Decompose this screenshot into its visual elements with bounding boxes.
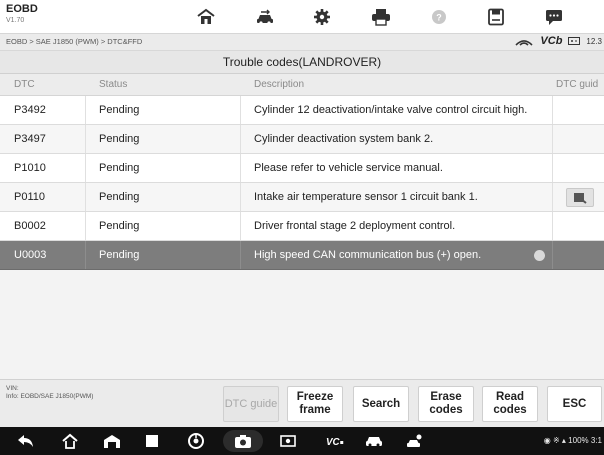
system-status: ◉ ※ ▴ 100% 3:1	[544, 436, 602, 445]
help-button[interactable]: ?	[410, 0, 468, 33]
top-toolbar: EOBD V1.70 ?	[0, 0, 604, 34]
vci-icon: VC	[326, 437, 344, 448]
breadcrumb-bar: EOBD > SAE J1850 (PWM) > DTC&FFD VCb 12.…	[0, 34, 604, 51]
header-description: Description	[254, 79, 305, 90]
battery-voltage: 12.3	[586, 36, 602, 46]
dtc-description: Please refer to vehicle service manual.	[254, 162, 443, 174]
dtc-status: Pending	[99, 162, 140, 174]
dtc-status: Pending	[99, 220, 140, 232]
message-icon	[546, 9, 562, 25]
table-row[interactable]: U0003 Pending High speed CAN communication…	[0, 241, 604, 270]
browser-icon	[188, 433, 204, 449]
recent-apps-button[interactable]	[142, 432, 162, 450]
vehicle-swap-icon	[257, 9, 273, 25]
header-dtc: DTC	[14, 79, 35, 90]
battery-percent: 100%	[568, 436, 589, 445]
screen-record-icon	[280, 435, 296, 447]
dtc-description: Cylinder 12 deactivation/intake valve co…	[254, 104, 528, 116]
vehicle-swap-button[interactable]	[236, 0, 294, 33]
garage-icon	[104, 435, 120, 448]
esc-button[interactable]: ESC	[547, 386, 602, 422]
freeze-frame-button[interactable]: Freeze frame	[287, 386, 343, 422]
dtc-status: Pending	[99, 133, 140, 145]
action-bar: VIN: Info: EOBD/SAE J1850(PWM) DTC guide…	[0, 379, 604, 427]
car-home-button[interactable]	[102, 432, 122, 450]
settings-gear-icon	[314, 8, 330, 25]
print-icon	[372, 8, 390, 26]
dtc-status: Pending	[99, 249, 140, 261]
home-button[interactable]	[177, 0, 235, 33]
table-title: Trouble codes(LANDROVER)	[0, 51, 604, 74]
clock: 3:1	[590, 436, 602, 445]
app-title: EOBD V1.70	[6, 3, 66, 25]
vehicle-service-button[interactable]	[364, 432, 384, 450]
wifi-signal-icon	[515, 40, 533, 46]
wifi-status-icon: ◉ ※ ▴	[543, 436, 569, 445]
dtc-description: Intake air temperature sensor 1 circuit …	[254, 191, 478, 203]
dtc-guide-icon-button[interactable]	[566, 188, 594, 207]
save-icon	[488, 8, 504, 25]
dtc-code: U0003	[14, 249, 47, 261]
loading-indicator-icon	[534, 250, 545, 261]
car-icon	[366, 437, 382, 447]
header-dtc-guide: DTC guid	[556, 79, 599, 90]
table-row[interactable]: P0110 Pending Intake air temperature senso…	[0, 183, 604, 212]
back-button[interactable]	[16, 432, 36, 450]
message-button[interactable]	[525, 0, 583, 33]
dtc-description: Cylinder deactivation system bank 2.	[254, 133, 434, 145]
search-button[interactable]: Search	[353, 386, 409, 422]
erase-codes-button[interactable]: Erase codes	[418, 386, 474, 422]
help-icon: ?	[432, 9, 446, 24]
remote-car-icon	[407, 434, 422, 447]
vehicle-info: VIN: Info: EOBD/SAE J1850(PWM)	[6, 385, 93, 401]
battery-icon	[568, 37, 581, 45]
svg-text:?: ?	[436, 12, 442, 22]
guide-book-icon	[574, 192, 587, 204]
app-version: V1.70	[6, 17, 25, 24]
dtc-code: P0110	[14, 191, 45, 203]
table-row[interactable]: P1010 Pending Please refer to vehicle serv…	[0, 154, 604, 183]
settings-button[interactable]	[293, 0, 351, 33]
protocol-info: Info: EOBD/SAE J1850(PWM)	[6, 393, 94, 400]
vin-label: VIN:	[6, 385, 19, 392]
remote-expert-button[interactable]	[405, 432, 425, 450]
dtc-code: P3492	[14, 104, 46, 116]
vci-button[interactable]: VC	[322, 432, 348, 450]
browser-button[interactable]	[186, 432, 206, 450]
empty-area	[0, 300, 604, 379]
trouble-code-list: P3492 Pending Cylinder 12 deactivation/int…	[0, 96, 604, 270]
dtc-code: B0002	[14, 220, 46, 232]
vci-label: VCb	[540, 35, 563, 47]
table-row[interactable]: P3497 Pending Cylinder deactivation system…	[0, 125, 604, 154]
screen-record-button[interactable]	[278, 432, 298, 450]
home-nav-icon	[62, 433, 78, 449]
table-header: DTC Status Description DTC guid	[0, 74, 604, 96]
dtc-status: Pending	[99, 191, 140, 203]
table-row[interactable]: P3492 Pending Cylinder 12 deactivation/int…	[0, 96, 604, 125]
dtc-code: P3497	[14, 133, 46, 145]
home-icon	[197, 8, 215, 24]
dtc-description: Driver frontal stage 2 deployment contro…	[254, 220, 456, 232]
breadcrumb: EOBD > SAE J1850 (PWM) > DTC&FFD	[6, 37, 143, 46]
back-arrow-icon	[18, 435, 33, 447]
dtc-guide-button[interactable]: DTC guide	[223, 386, 279, 422]
home-nav-button[interactable]	[60, 432, 80, 450]
screenshot-button[interactable]	[233, 432, 253, 450]
read-codes-button[interactable]: Read codes	[482, 386, 538, 422]
connection-status: VCb 12.3	[514, 35, 602, 47]
recent-apps-icon	[146, 435, 158, 447]
dtc-status: Pending	[99, 104, 140, 116]
camera-icon	[235, 435, 251, 448]
app-window: EOBD V1.70 ? EOBD > SAE J1850 (PWM) > DT…	[0, 0, 604, 455]
save-button[interactable]	[467, 0, 525, 33]
header-status: Status	[99, 79, 128, 90]
app-name: EOBD	[6, 3, 38, 15]
dtc-code: P1010	[14, 162, 46, 174]
table-row[interactable]: B0002 Pending Driver frontal stage 2 deplo…	[0, 212, 604, 241]
print-button[interactable]	[352, 0, 410, 33]
system-navbar: VC ◉ ※ ▴ 100% 3:1	[0, 427, 604, 455]
svg-text:VC: VC	[326, 437, 341, 448]
dtc-description: High speed CAN communication bus (+) ope…	[254, 249, 482, 261]
